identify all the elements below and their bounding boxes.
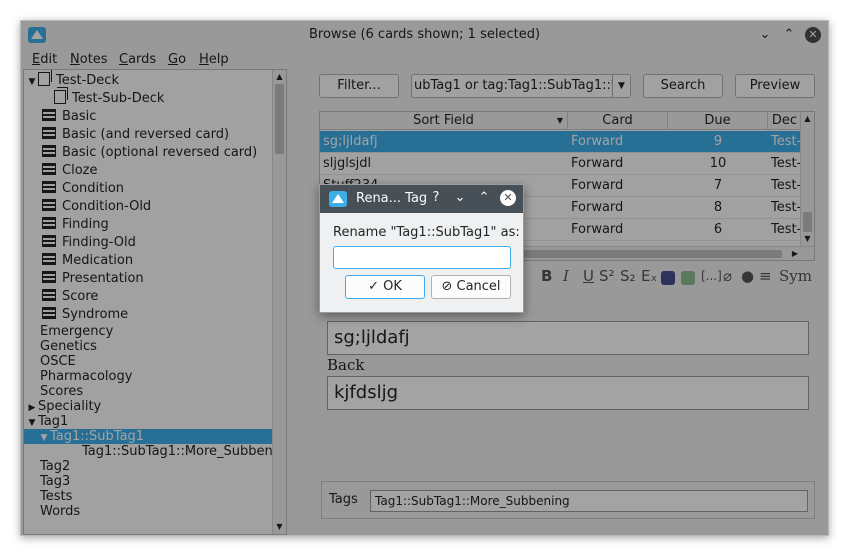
close-dialog-button[interactable]: ✕: [500, 190, 516, 206]
dialog-title-bar: Rena... Tag ? ⌄ ⌃ ✕: [320, 185, 523, 213]
check-icon: ✓: [368, 279, 379, 294]
anki-app-icon: [329, 191, 347, 207]
cancel-button[interactable]: ⊘ Cancel: [431, 275, 511, 299]
ok-button[interactable]: ✓ OK: [345, 275, 425, 299]
new-tag-name-input[interactable]: [333, 246, 511, 269]
minimize-icon[interactable]: ⌄: [452, 190, 468, 206]
help-icon[interactable]: ?: [428, 190, 444, 206]
rename-prompt: Rename "Tag1::SubTag1" as:: [333, 225, 520, 240]
cancel-icon: ⊘: [441, 279, 453, 294]
maximize-icon[interactable]: ⌃: [476, 190, 492, 206]
rename-tag-dialog: Rena... Tag ? ⌄ ⌃ ✕ Rename "Tag1::SubTag…: [319, 184, 524, 313]
dialog-title: Rena... Tag: [356, 191, 428, 206]
